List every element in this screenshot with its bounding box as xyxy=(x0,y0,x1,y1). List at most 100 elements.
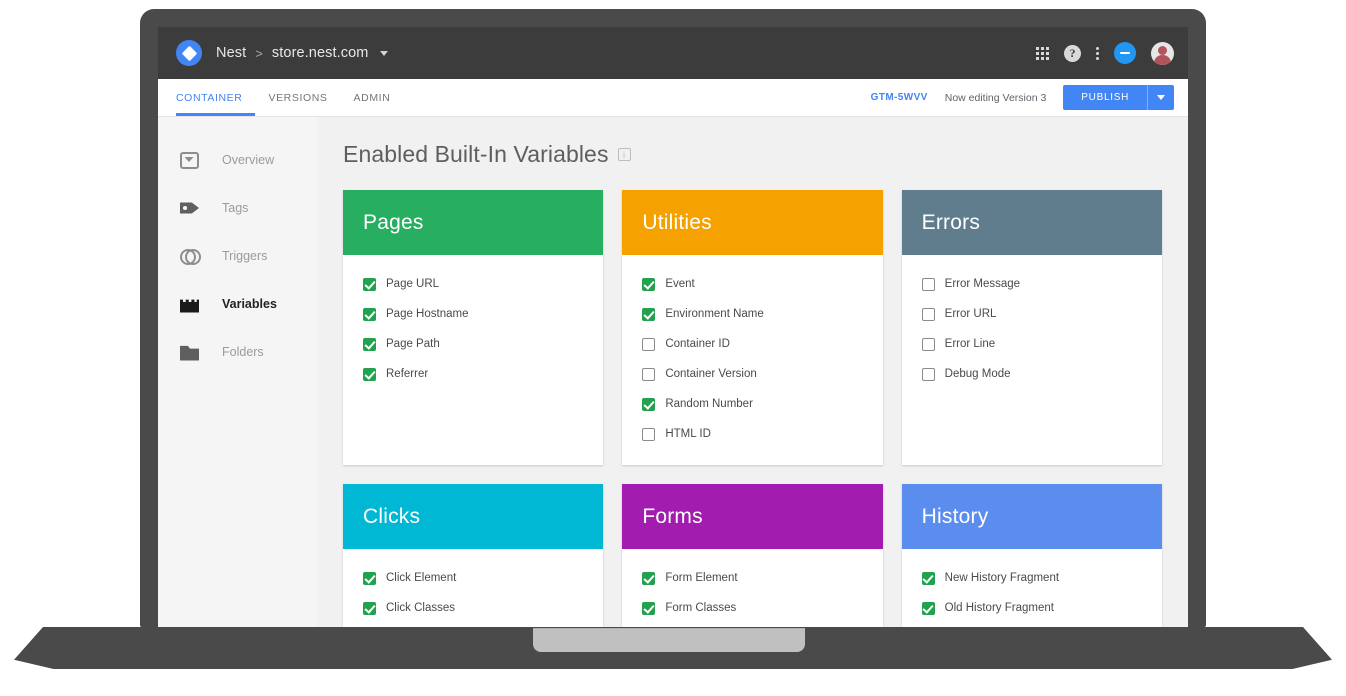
variable-label: Click Classes xyxy=(386,602,456,614)
publish-button[interactable]: PUBLISH xyxy=(1063,85,1174,110)
tag-icon xyxy=(180,202,199,214)
sidebar-item-label: Tags xyxy=(222,201,249,215)
variable-row[interactable]: New History Fragment xyxy=(902,563,1162,593)
page-title: Enabled Built-In Variables xyxy=(343,141,609,167)
checkbox-unchecked-icon[interactable] xyxy=(921,367,935,381)
card-header-pages: Pages xyxy=(343,190,604,255)
variable-row[interactable]: Container Version xyxy=(622,359,882,389)
breadcrumb: Nest > store.nest.com xyxy=(216,45,389,61)
variable-row[interactable]: Error Message xyxy=(902,269,1162,299)
triggers-icon xyxy=(180,248,201,265)
sidebar-item-folders[interactable]: Folders xyxy=(158,328,318,376)
sidebar-item-triggers[interactable]: Triggers xyxy=(158,232,318,280)
gtm-diamond-logo-icon[interactable] xyxy=(176,40,202,66)
card-title: History xyxy=(921,504,989,528)
variable-row[interactable]: Error URL xyxy=(902,299,1162,329)
checkbox-checked-icon[interactable] xyxy=(363,571,376,585)
checkbox-unchecked-icon[interactable] xyxy=(921,277,935,291)
variable-row[interactable]: Page Path xyxy=(343,329,603,359)
variable-label: Container Version xyxy=(665,368,757,380)
checkbox-unchecked-icon[interactable] xyxy=(642,367,656,381)
variable-row[interactable]: Form Classes xyxy=(622,593,882,623)
sidebar: Overview Tags Triggers Variables Folders xyxy=(158,117,318,627)
avatar[interactable] xyxy=(1151,41,1174,65)
publish-dropdown-toggle[interactable] xyxy=(1147,85,1174,110)
breadcrumb-account[interactable]: Nest xyxy=(216,45,246,61)
app-body: Overview Tags Triggers Variables Folders xyxy=(158,117,1188,627)
variable-row[interactable]: Form Element xyxy=(622,563,882,593)
variable-row[interactable]: Click Element xyxy=(343,563,603,593)
help-icon[interactable]: ? xyxy=(1064,44,1081,62)
info-icon[interactable]: i xyxy=(617,148,631,161)
variable-label: Page Hostname xyxy=(386,308,469,320)
apps-grid-icon[interactable] xyxy=(1036,46,1049,60)
tab-bar: CONTAINER VERSIONS ADMIN GTM-5WVV Now ed… xyxy=(158,79,1188,117)
checkbox-unchecked-icon[interactable] xyxy=(642,337,656,351)
sidebar-item-overview[interactable]: Overview xyxy=(158,136,318,184)
editing-version-status: Now editing Version 3 xyxy=(944,91,1047,104)
variable-label: Page Path xyxy=(386,338,440,350)
main-content: Enabled Built-In Variables i Pages Page U… xyxy=(318,117,1188,627)
sidebar-item-tags[interactable]: Tags xyxy=(158,184,318,232)
checkbox-checked-icon[interactable] xyxy=(921,571,935,585)
checkbox-checked-icon[interactable] xyxy=(363,307,376,321)
checkbox-unchecked-icon[interactable] xyxy=(642,427,656,441)
sidebar-item-variables[interactable]: Variables xyxy=(158,280,318,328)
page-header: Enabled Built-In Variables i xyxy=(343,141,1162,168)
variable-label: HTML ID xyxy=(665,428,711,440)
checkbox-checked-icon[interactable] xyxy=(363,337,376,351)
variable-card-clicks: Clicks Click Element Click Classes Click ID xyxy=(343,484,604,627)
variable-row[interactable]: Form ID xyxy=(622,623,882,627)
variable-label: Environment Name xyxy=(665,308,764,320)
checkbox-unchecked-icon[interactable] xyxy=(921,307,935,321)
breadcrumb-container[interactable]: store.nest.com xyxy=(272,45,369,61)
checkbox-unchecked-icon[interactable] xyxy=(921,337,935,351)
variable-card-errors: Errors Error Message Error URL Error Line De… xyxy=(901,190,1162,465)
variable-label: Container ID xyxy=(665,338,730,350)
variable-label: Click Element xyxy=(386,572,457,584)
variable-row[interactable]: Random Number xyxy=(622,389,882,419)
notification-badge-icon[interactable] xyxy=(1114,42,1136,64)
card-header-utilities: Utilities xyxy=(622,190,883,255)
chevron-down-icon[interactable] xyxy=(380,50,389,56)
checkbox-checked-icon[interactable] xyxy=(363,601,376,615)
variable-row[interactable]: Referrer xyxy=(343,359,603,389)
variable-row[interactable]: Debug Mode xyxy=(902,359,1162,389)
variable-card-grid: Pages Page URL Page Hostname Page Path Refer… xyxy=(343,190,1162,627)
variable-card-history: History New History Fragment Old History F… xyxy=(901,484,1162,627)
card-header-errors: Errors xyxy=(901,190,1162,255)
variable-row[interactable]: Environment Name xyxy=(622,299,882,329)
variable-row[interactable]: Click ID xyxy=(343,623,603,627)
variable-row[interactable]: New History State xyxy=(902,623,1162,627)
tab-admin[interactable]: ADMIN xyxy=(341,79,404,116)
checkbox-checked-icon[interactable] xyxy=(363,277,376,291)
tab-container[interactable]: CONTAINER xyxy=(176,79,256,116)
variable-row[interactable]: Page URL xyxy=(343,269,603,299)
more-vertical-icon[interactable] xyxy=(1096,46,1099,60)
container-id-link[interactable]: GTM-5WVV xyxy=(871,92,928,103)
variable-row[interactable]: Error Line xyxy=(902,329,1162,359)
variable-label: Form Element xyxy=(665,572,738,584)
checkbox-checked-icon[interactable] xyxy=(642,571,656,585)
variable-row[interactable]: HTML ID xyxy=(622,419,882,449)
variable-label: Old History Fragment xyxy=(944,602,1054,614)
variable-row[interactable]: Click Classes xyxy=(343,593,603,623)
breadcrumb-separator: > xyxy=(255,45,263,61)
variable-row[interactable]: Container ID xyxy=(622,329,882,359)
tab-versions[interactable]: VERSIONS xyxy=(255,79,340,116)
checkbox-checked-icon[interactable] xyxy=(642,307,656,321)
checkbox-checked-icon[interactable] xyxy=(921,601,935,615)
variable-row[interactable]: Old History Fragment xyxy=(902,593,1162,623)
checkbox-checked-icon[interactable] xyxy=(642,601,656,615)
checkbox-checked-icon[interactable] xyxy=(642,277,656,291)
app-top-bar: Nest > store.nest.com ? xyxy=(158,27,1188,79)
checkbox-checked-icon[interactable] xyxy=(363,367,376,381)
card-body-errors: Error Message Error URL Error Line Debug Mo… xyxy=(902,255,1162,423)
card-header-clicks: Clicks xyxy=(343,484,604,549)
card-header-history: History xyxy=(901,484,1162,549)
card-header-forms: Forms xyxy=(622,484,883,549)
variable-row[interactable]: Page Hostname xyxy=(343,299,603,329)
variable-row[interactable]: Event xyxy=(622,269,882,299)
variable-card-utilities: Utilities Event Environment Name Container … xyxy=(622,190,883,465)
checkbox-checked-icon[interactable] xyxy=(642,397,656,411)
